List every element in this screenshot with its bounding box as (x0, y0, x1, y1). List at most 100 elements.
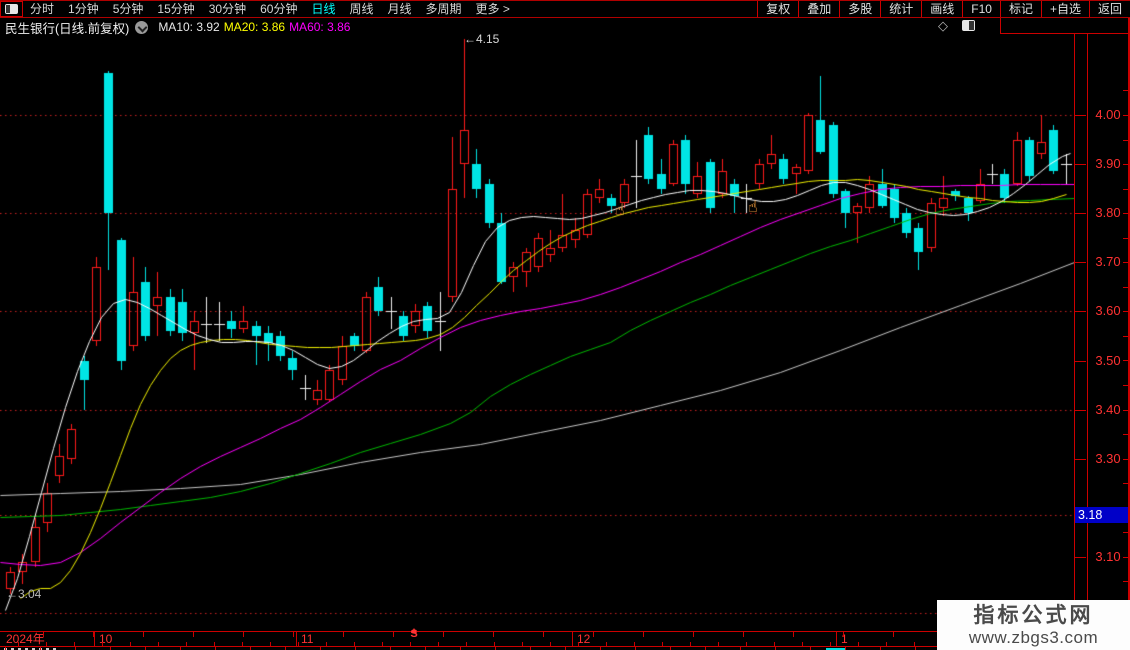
ma-label: MA20: 3.86 (223, 20, 286, 34)
day-tick (186, 642, 187, 646)
minor-tick (1123, 262, 1128, 263)
action-button-+自选[interactable]: +自选 (1040, 1, 1089, 17)
minor-tick (1123, 115, 1128, 116)
period-tab-月线[interactable]: 月线 (388, 1, 412, 17)
action-button-复权[interactable]: 复权 (757, 1, 798, 17)
golden-finger-icon: ☝ (615, 202, 625, 219)
period-tab-多周期[interactable]: 多周期 (426, 1, 462, 17)
candlestick-chart[interactable] (0, 33, 1074, 631)
minor-tick (1123, 189, 1128, 190)
price-label: 3.60 (1095, 303, 1121, 318)
month-tick (94, 632, 95, 646)
day-tick (158, 642, 159, 646)
day-tick (326, 642, 327, 646)
action-button-返回[interactable]: 返回 (1088, 1, 1130, 17)
day-tick (270, 642, 271, 646)
chart-title: 民生银行(日线.前复权) (5, 21, 130, 36)
week-tick (693, 632, 694, 637)
period-tab-1分钟[interactable]: 1分钟 (68, 1, 99, 17)
day-tick (634, 642, 635, 646)
day-tick (74, 642, 75, 646)
action-button-画线[interactable]: 画线 (921, 1, 962, 17)
day-tick (858, 642, 859, 646)
layout-icon[interactable] (0, 1, 23, 17)
price-label: 3.80 (1095, 205, 1121, 220)
price-tick (1075, 213, 1086, 214)
period-tab-15分钟[interactable]: 15分钟 (157, 1, 194, 17)
minor-tick (1123, 557, 1128, 558)
ma-legend: MA10: 3.92 MA20: 3.86 MA60: 3.86 (154, 18, 350, 36)
action-button-统计[interactable]: 统计 (880, 1, 921, 17)
price-label: 3.40 (1095, 402, 1121, 417)
minor-tick (1123, 581, 1128, 582)
window-split-icon (5, 4, 18, 14)
day-tick (46, 642, 47, 646)
period-tab-周线[interactable]: 周线 (349, 1, 373, 17)
minor-tick (1123, 164, 1128, 165)
price-tick (1075, 164, 1086, 165)
price-label: 3.30 (1095, 451, 1121, 466)
price-tick (1075, 557, 1086, 558)
minor-tick (1123, 238, 1128, 239)
week-tick (293, 632, 294, 637)
day-tick (774, 642, 775, 646)
day-tick (914, 642, 915, 646)
watermark-url: www.zbgs3.com (968, 627, 1099, 647)
day-tick (550, 642, 551, 646)
price-label: 3.90 (1095, 156, 1121, 171)
minor-tick (1123, 336, 1128, 337)
day-tick (438, 642, 439, 646)
last-price-badge: 3.18 (1075, 507, 1128, 523)
minor-tick (1123, 90, 1128, 91)
minor-tick (1123, 311, 1128, 312)
ma-label: MA60: 3.86 (289, 20, 351, 34)
sell-signal-marker: S (408, 611, 420, 640)
arrow-left-icon: ← (6, 587, 18, 601)
period-tab-60分钟[interactable]: 60分钟 (260, 1, 297, 17)
month-label: 12 (577, 632, 591, 646)
pane-divider (1000, 18, 1001, 34)
minor-tick (1123, 287, 1128, 288)
price-tick (1075, 361, 1086, 362)
price-label: 4.00 (1095, 107, 1121, 122)
action-button-F10[interactable]: F10 (962, 1, 1000, 17)
period-tab-更多 >[interactable]: 更多 > (476, 1, 510, 17)
minor-tick (1123, 434, 1128, 435)
action-button-多股[interactable]: 多股 (839, 1, 880, 17)
month-label: 1 (841, 632, 848, 646)
minor-tick (1123, 483, 1128, 484)
action-button-标记[interactable]: 标记 (999, 1, 1041, 17)
price-label: 3.50 (1095, 353, 1121, 368)
day-tick (802, 642, 803, 646)
day-tick (298, 642, 299, 646)
week-tick (543, 632, 544, 637)
period-tab-分时[interactable]: 分时 (30, 1, 54, 17)
price-tick (1075, 311, 1086, 312)
period-tab-日线[interactable]: 日线 (311, 1, 335, 17)
month-label: 10 (99, 632, 113, 646)
period-tab-30分钟[interactable]: 30分钟 (209, 1, 246, 17)
pane-icon[interactable] (962, 20, 975, 31)
day-tick (466, 642, 467, 646)
week-tick (493, 632, 494, 637)
week-tick (43, 632, 44, 637)
day-tick (886, 642, 887, 646)
ma-label: MA10: 3.92 (158, 20, 220, 34)
minor-tick (1123, 385, 1128, 386)
diamond-icon[interactable]: ◇ (938, 19, 948, 33)
minor-tick (1123, 140, 1128, 141)
minor-tick (1123, 213, 1128, 214)
week-tick (843, 632, 844, 637)
action-button-叠加[interactable]: 叠加 (798, 1, 839, 17)
price-tick (1075, 459, 1086, 460)
day-tick (242, 642, 243, 646)
minor-tick (1123, 459, 1128, 460)
period-tabs: 分时 1分钟 5分钟 15分钟 30分钟 60分钟 日线 周线 月线 多周期 更多 > (23, 1, 510, 17)
period-tab-5分钟[interactable]: 5分钟 (113, 1, 144, 17)
chevron-down-icon[interactable] (135, 20, 149, 34)
minor-tick (1123, 360, 1128, 361)
watermark-site-name: 指标公式网 (973, 603, 1094, 627)
golden-finger-icon: ☝ (748, 199, 758, 216)
day-tick (382, 642, 383, 646)
